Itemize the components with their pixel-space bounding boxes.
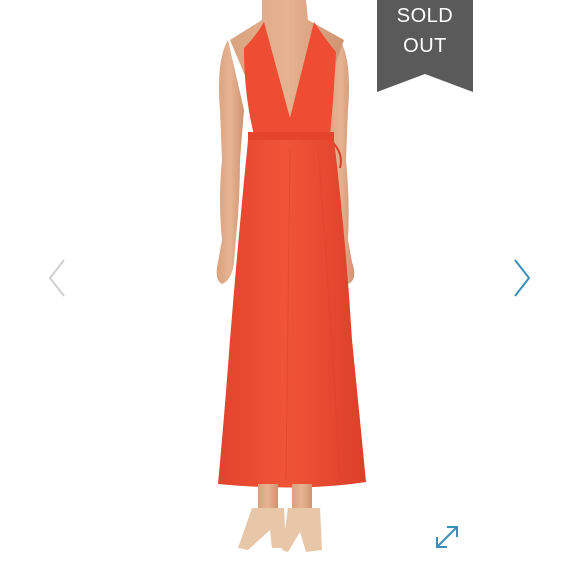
product-image [216,0,366,552]
previous-image-button[interactable] [40,255,74,301]
chevron-right-icon [514,259,531,297]
left-shoe [238,508,286,550]
out-label: OUT [403,35,447,57]
next-image-button[interactable] [505,255,539,301]
right-shoe [282,508,322,552]
product-gallery: SOLD OUT [0,0,580,578]
sold-out-badge: SOLD OUT [377,0,473,92]
expand-image-button[interactable] [432,522,462,552]
sold-label: SOLD [396,5,454,27]
chevron-left-icon [48,259,65,297]
expand-icon [436,526,458,548]
